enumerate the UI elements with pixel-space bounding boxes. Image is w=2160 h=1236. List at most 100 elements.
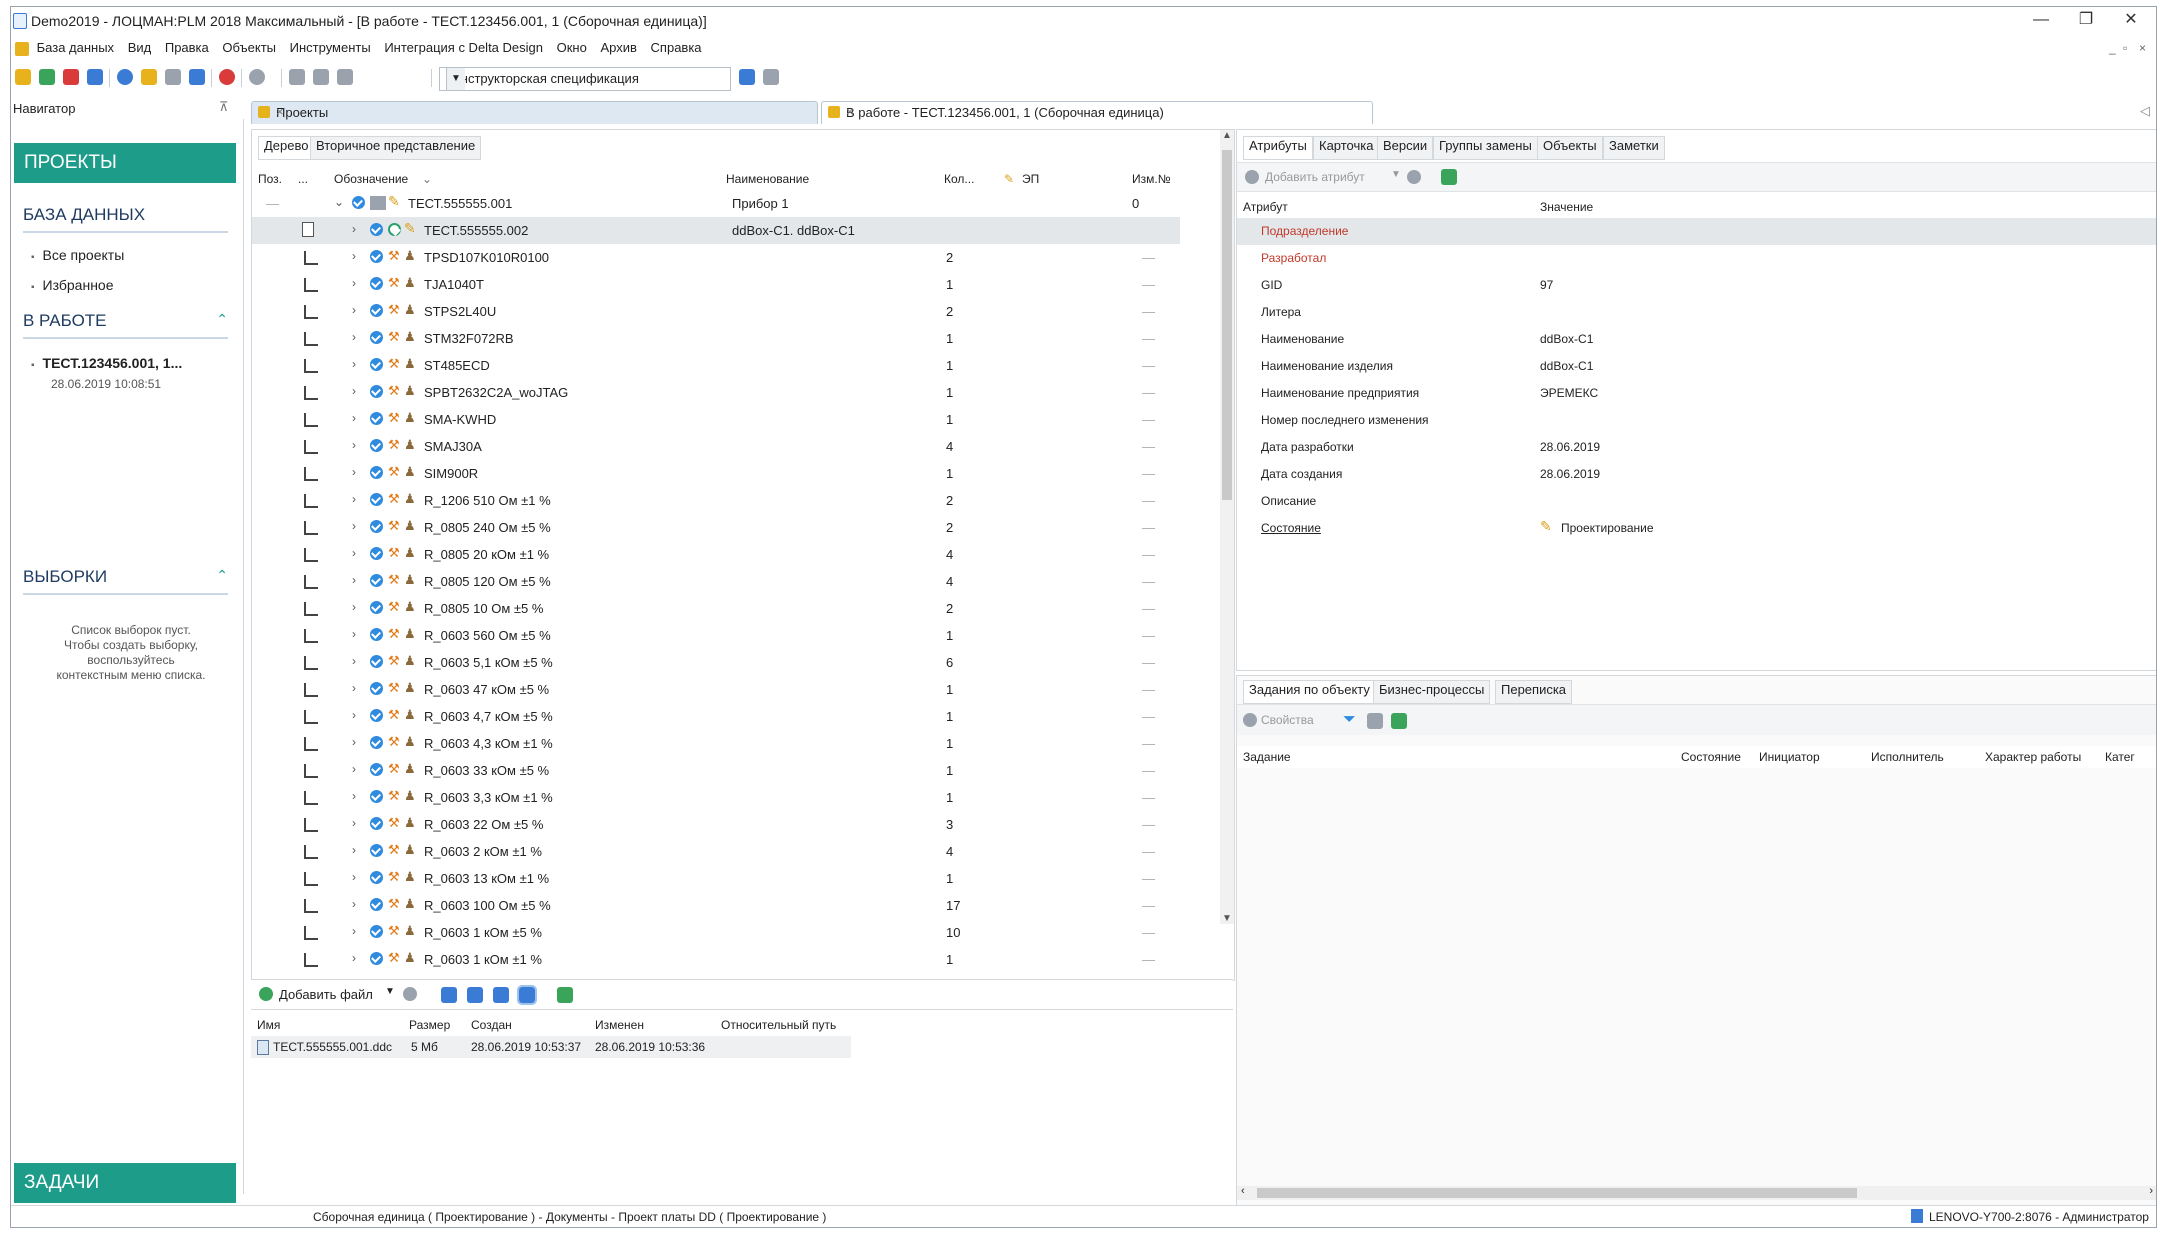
file-row[interactable]: ТЕСТ.555555.001.ddc 5 Мб 28.06.2019 10:5… bbox=[251, 1036, 851, 1058]
tree-row[interactable]: › ⚒ ♟ TPSD107K010R0100 2 — bbox=[252, 244, 1180, 271]
view-small-icon[interactable] bbox=[467, 987, 483, 1003]
view-large-icon[interactable] bbox=[441, 987, 457, 1003]
nav-all-projects[interactable]: Все проекты bbox=[31, 247, 125, 263]
expand-node-icon[interactable]: › bbox=[352, 519, 356, 533]
col-attribute[interactable]: Атрибут bbox=[1243, 200, 1288, 214]
attribute-row[interactable]: Наименование предприятия ЭРЕМЕКС bbox=[1237, 380, 2156, 407]
expand-node-icon[interactable]: › bbox=[352, 816, 356, 830]
col-designation[interactable]: Обозначение bbox=[334, 172, 408, 186]
attribute-row[interactable]: GID 97 bbox=[1237, 272, 2156, 299]
task-col-task[interactable]: Задание bbox=[1243, 750, 1291, 764]
attr-tab-4[interactable]: Объекты bbox=[1537, 136, 1603, 160]
expand-node-icon[interactable]: › bbox=[352, 600, 356, 614]
expand-node-icon[interactable]: › bbox=[352, 249, 356, 263]
attr-tab-5[interactable]: Заметки bbox=[1603, 136, 1665, 160]
cut-icon[interactable] bbox=[289, 69, 305, 85]
scroll-thumb[interactable] bbox=[1257, 1188, 1857, 1198]
file-col-name[interactable]: Имя bbox=[257, 1018, 280, 1032]
remove-file-icon[interactable] bbox=[403, 987, 417, 1001]
expand-node-icon[interactable]: › bbox=[352, 492, 356, 506]
nav-favorites[interactable]: Избранное bbox=[31, 277, 114, 293]
tree-row-root[interactable]: — ⌄ ✎ ТЕСТ.555555.001 Прибор 1 0 bbox=[252, 190, 1180, 217]
expand-node-icon[interactable]: › bbox=[352, 627, 356, 641]
mdi-minimize-icon[interactable]: _ bbox=[2109, 41, 2116, 55]
attribute-row[interactable]: Дата создания 28.06.2019 bbox=[1237, 461, 2156, 488]
menu-tools[interactable]: Инструменты bbox=[290, 37, 371, 59]
mail-icon[interactable] bbox=[87, 69, 103, 85]
task-col-state[interactable]: Состояние bbox=[1681, 750, 1741, 764]
expand-node-icon[interactable]: › bbox=[352, 330, 356, 344]
task-hscrollbar[interactable]: ‹ › bbox=[1237, 1185, 2156, 1200]
expand-node-icon[interactable]: › bbox=[352, 573, 356, 587]
file-col-size[interactable]: Размер bbox=[409, 1018, 450, 1032]
nav-tasks[interactable]: ЗАДАЧИ bbox=[14, 1163, 236, 1203]
mdi-close-icon[interactable]: × bbox=[2139, 41, 2146, 55]
tree-row[interactable]: › ⚒ ♟ R_0603 33 кОм ±5 % 1 — bbox=[252, 757, 1180, 784]
tree-row[interactable]: › ⚒ ♟ R_0603 1 кОм ±1 % 1 — bbox=[252, 946, 1180, 973]
tree-row[interactable]: › ⚒ ♟ R_0603 100 Ом ±5 % 17 — bbox=[252, 892, 1180, 919]
col-more[interactable]: ... bbox=[298, 172, 308, 186]
tree-row[interactable]: › ⚒ ♟ R_0805 240 Ом ±5 % 2 — bbox=[252, 514, 1180, 541]
properties-button[interactable]: Свойства bbox=[1261, 713, 1314, 727]
col-qty[interactable]: Кол... bbox=[944, 172, 974, 186]
task-tab-2[interactable]: Переписка bbox=[1495, 680, 1573, 704]
expand-node-icon[interactable]: › bbox=[352, 384, 356, 398]
subtab-tree[interactable]: Дерево bbox=[258, 136, 315, 160]
pin-icon[interactable]: ⊼ bbox=[219, 99, 229, 115]
tree-row[interactable]: › ⚒ ♟ R_0603 4,3 кОм ±1 % 1 — bbox=[252, 730, 1180, 757]
expand-node-icon[interactable]: › bbox=[352, 735, 356, 749]
mdi-restore-icon[interactable]: ▫ bbox=[2123, 41, 2127, 55]
tree-row[interactable]: › ⚒ ♟ R_1206 510 Ом ±1 % 2 — bbox=[252, 487, 1180, 514]
check-icon[interactable] bbox=[165, 69, 181, 85]
tab-in-work[interactable]: В работе - ТЕСТ.123456.001, 1 (Сборочная… bbox=[821, 101, 1373, 124]
expand-node-icon[interactable]: › bbox=[352, 924, 356, 938]
expand-node-icon[interactable]: › bbox=[352, 303, 356, 317]
tab-projects[interactable]: Проекты × bbox=[251, 101, 818, 124]
attribute-row[interactable]: Дата разработки 28.06.2019 bbox=[1237, 434, 2156, 461]
copy-icon[interactable] bbox=[313, 69, 329, 85]
tree-row[interactable]: › ⚒ ♟ TJA1040T 1 — bbox=[252, 271, 1180, 298]
view-details-icon[interactable] bbox=[517, 985, 537, 1005]
tree-row[interactable]: › ⚒ ♟ R_0603 47 кОм ±5 % 1 — bbox=[252, 676, 1180, 703]
tree-row[interactable]: › ⚒ ♟ ST485ECD 1 — bbox=[252, 352, 1180, 379]
file-col-path[interactable]: Относительный путь bbox=[721, 1018, 836, 1032]
menu-delta-design[interactable]: Интеграция с Delta Design bbox=[384, 37, 543, 59]
chevron-down-icon[interactable]: ▼ bbox=[1391, 169, 1401, 180]
attribute-row[interactable]: Описание bbox=[1237, 488, 2156, 515]
expand-node-icon[interactable]: › bbox=[352, 222, 356, 236]
task-col-initiator[interactable]: Инициатор bbox=[1759, 750, 1820, 764]
attr-tab-1[interactable]: Карточка bbox=[1313, 136, 1380, 160]
attribute-row[interactable]: Разработал bbox=[1237, 245, 2156, 272]
tree-row[interactable]: › ⚒ ♟ R_0603 13 кОм ±1 % 1 — bbox=[252, 865, 1180, 892]
open-db-icon[interactable] bbox=[15, 69, 31, 85]
tree-icon[interactable] bbox=[39, 69, 55, 85]
paste-icon[interactable] bbox=[337, 69, 353, 85]
collapse-icon[interactable]: ⌃ bbox=[216, 311, 228, 328]
tree-row[interactable]: › ⚒ ♟ R_0603 5,1 кОм ±5 % 6 — bbox=[252, 649, 1180, 676]
expand-node-icon[interactable]: › bbox=[352, 276, 356, 290]
col-pos[interactable]: Поз. bbox=[258, 172, 282, 186]
add-attribute-icon[interactable] bbox=[1245, 170, 1259, 184]
task-col-category[interactable]: Катег bbox=[2105, 750, 2135, 764]
expand-node-icon[interactable]: › bbox=[352, 357, 356, 371]
menu-edit[interactable]: Правка bbox=[165, 37, 209, 59]
stop-icon[interactable] bbox=[219, 69, 235, 85]
sort-icon[interactable]: ⌄ bbox=[422, 172, 432, 186]
key-icon[interactable] bbox=[141, 69, 157, 85]
expand-node-icon[interactable]: › bbox=[352, 465, 356, 479]
tree-row[interactable]: › ⚒ ♟ STPS2L40U 2 — bbox=[252, 298, 1180, 325]
attr-tab-2[interactable]: Версии bbox=[1377, 136, 1434, 160]
view-list-icon[interactable] bbox=[493, 987, 509, 1003]
attribute-row[interactable]: Литера bbox=[1237, 299, 2156, 326]
remove-attribute-icon[interactable] bbox=[1407, 170, 1421, 184]
window-icon[interactable] bbox=[1367, 713, 1383, 729]
refresh-icon[interactable] bbox=[557, 987, 573, 1003]
tree-row[interactable]: › ⚒ ♟ R_0603 4,7 кОм ±5 % 1 — bbox=[252, 703, 1180, 730]
tree-row[interactable]: › ⚒ ♟ R_0603 2 кОм ±1 % 4 — bbox=[252, 838, 1180, 865]
nav-projects[interactable]: ПРОЕКТЫ bbox=[14, 143, 236, 183]
attribute-row[interactable]: Подразделение bbox=[1237, 218, 2156, 245]
scroll-up-icon[interactable]: ▲ bbox=[1222, 130, 1232, 141]
menu-database[interactable]: База данных bbox=[37, 37, 114, 59]
add-file-icon[interactable] bbox=[259, 987, 273, 1001]
expand-node-icon[interactable]: › bbox=[352, 681, 356, 695]
